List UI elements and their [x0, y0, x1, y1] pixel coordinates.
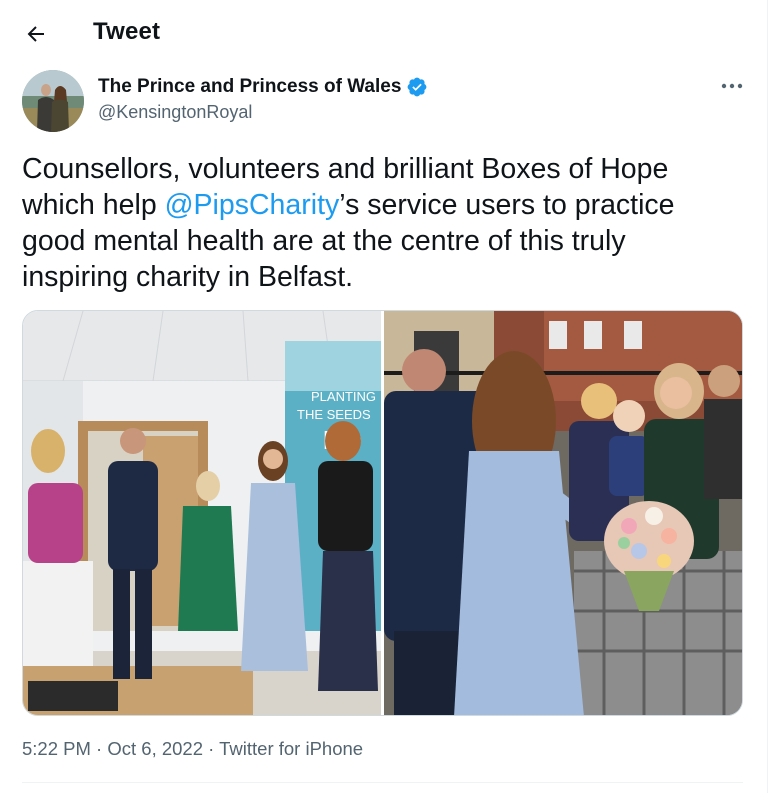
sign-line2: THE SEEDS [297, 407, 371, 422]
arrow-left-icon [27, 26, 44, 42]
author-handle[interactable]: @KensingtonRoyal [98, 102, 252, 123]
author-name-text: The Prince and Princess of Wales [98, 76, 402, 97]
sign-line1: PLANTING [311, 389, 376, 404]
back-button[interactable] [20, 18, 52, 50]
tweet-date[interactable]: Oct 6, 2022 [107, 738, 203, 759]
verified-badge-icon [408, 77, 427, 97]
author-name[interactable]: The Prince and Princess of Wales [98, 76, 428, 98]
more-horizontal-icon [721, 83, 743, 89]
tweet-time[interactable]: 5:22 PM [22, 738, 91, 759]
tweet-meta: 5:22 PM · Oct 6, 2022 · Twitter for iPho… [22, 738, 363, 760]
mention-link[interactable]: @PipsCharity [165, 189, 340, 221]
tweet-page: Tweet The Prince and Princess of Wales @… [0, 0, 768, 793]
meta-separator-2: · [203, 738, 220, 759]
page-header: Tweet [0, 0, 766, 66]
tweet-text: Counsellors, volunteers and brilliant Bo… [22, 151, 722, 295]
divider [22, 782, 743, 783]
tweet-source-app[interactable]: Twitter for iPhone [219, 738, 363, 759]
photo-left[interactable]: PLANTING THE SEEDS HO [23, 311, 381, 715]
photo-right[interactable] [383, 311, 742, 715]
meta-separator-1: · [90, 738, 108, 759]
more-options-button[interactable] [718, 76, 746, 96]
media-grid: PLANTING THE SEEDS HO [22, 310, 743, 716]
avatar[interactable] [22, 70, 84, 132]
page-title: Tweet [93, 18, 161, 45]
